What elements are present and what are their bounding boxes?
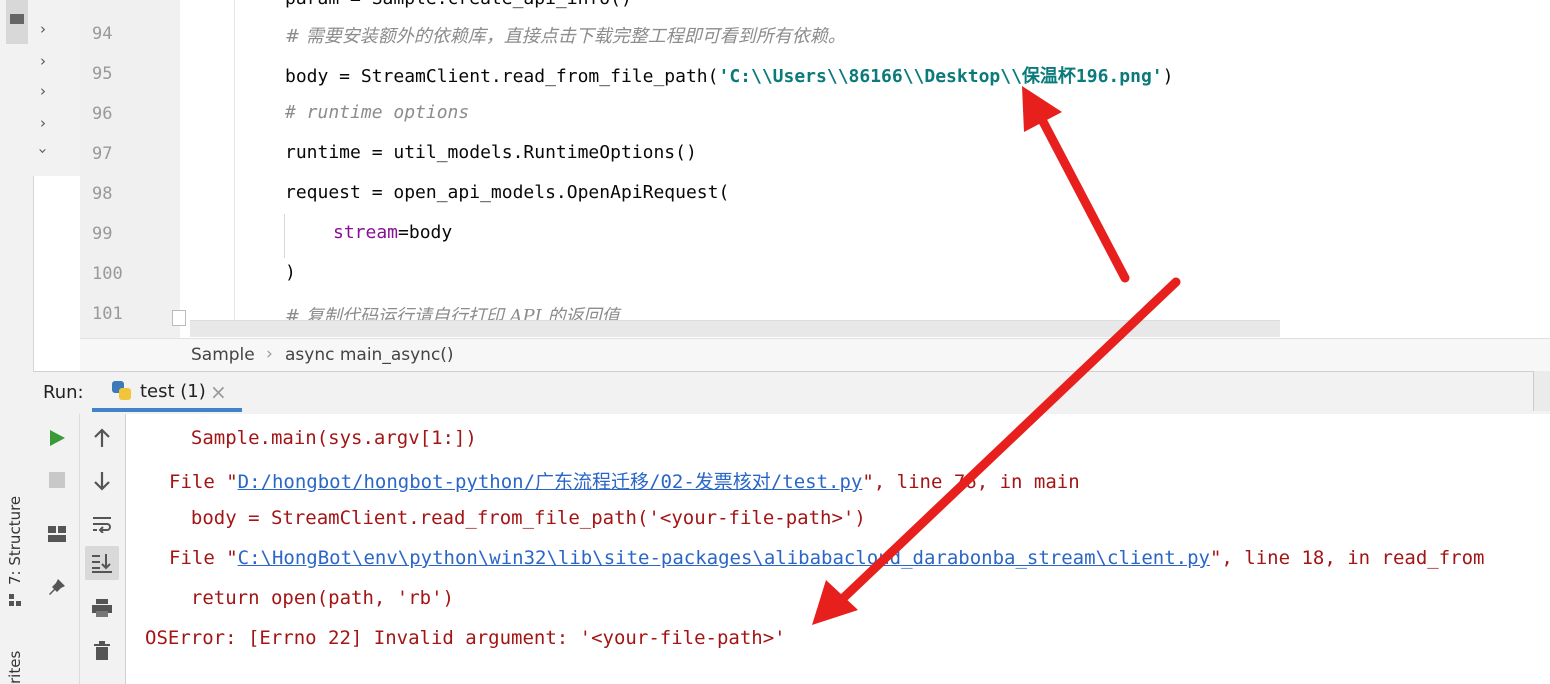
annotation-arrows xyxy=(812,86,1181,625)
arrow-to-error xyxy=(812,277,1181,625)
arrow-to-file-path xyxy=(1022,86,1130,283)
